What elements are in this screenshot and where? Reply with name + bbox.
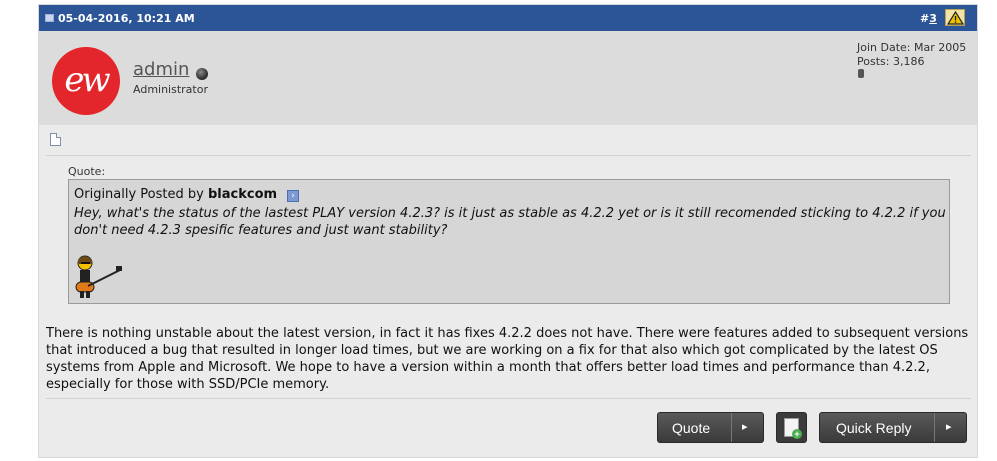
quick-reply-button-label: Quick Reply [836, 420, 912, 436]
warning-icon[interactable] [945, 9, 965, 26]
quote-author: blackcom [207, 187, 278, 202]
quick-reply-button[interactable]: Quick Reply ▸ [819, 412, 967, 443]
button-separator [934, 413, 935, 442]
quote-text: Hey, what's the status of the lastest PL… [74, 206, 946, 238]
post-number-prefix: # [920, 12, 930, 25]
post-count: Posts: 3,186 [857, 55, 925, 68]
username-link[interactable]: admin [133, 59, 189, 80]
post-date-icon [45, 14, 54, 22]
post-date: 05-04-2016, 10:21 AM [58, 12, 195, 25]
multi-quote-button[interactable]: + [776, 412, 807, 443]
post-number-link[interactable]: #3 [920, 12, 937, 25]
divider [46, 155, 971, 156]
quote-label: Quote: [68, 165, 106, 178]
arrow-right-icon: ▸ [742, 421, 748, 433]
plus-icon: + [792, 429, 802, 439]
post-header: 05-04-2016, 10:21 AM #3 [39, 5, 977, 31]
join-date: Join Date: Mar 2005 [857, 41, 967, 54]
post-icon [50, 133, 61, 146]
guitar-smiley-icon [72, 254, 124, 304]
arrow-right-icon: ▸ [946, 421, 952, 433]
offline-status-icon [196, 68, 208, 80]
post-number: 3 [929, 12, 937, 25]
forum-post: 05-04-2016, 10:21 AM #3 ew admin Adminis… [38, 4, 978, 458]
quote-button[interactable]: Quote ▸ [657, 412, 764, 443]
quote-attribution: Originally Posted by blackcom [74, 187, 277, 202]
button-separator [731, 413, 732, 442]
originally-posted-by-label: Originally Posted by [74, 187, 204, 202]
user-title: Administrator [133, 83, 208, 96]
user-info-panel: ew admin Administrator Join Date: Mar 20… [39, 31, 977, 125]
quote-button-label: Quote [672, 420, 711, 436]
view-post-icon[interactable]: › [287, 190, 299, 202]
divider [46, 398, 971, 399]
reputation-icon [858, 69, 864, 78]
post-message: There is nothing unstable about the late… [46, 326, 969, 392]
user-stats: Join Date: Mar 2005 Posts: 3,186 [857, 41, 966, 69]
quote-box: Originally Posted by blackcom › Hey, wha… [68, 179, 950, 304]
avatar[interactable]: ew [52, 47, 120, 115]
